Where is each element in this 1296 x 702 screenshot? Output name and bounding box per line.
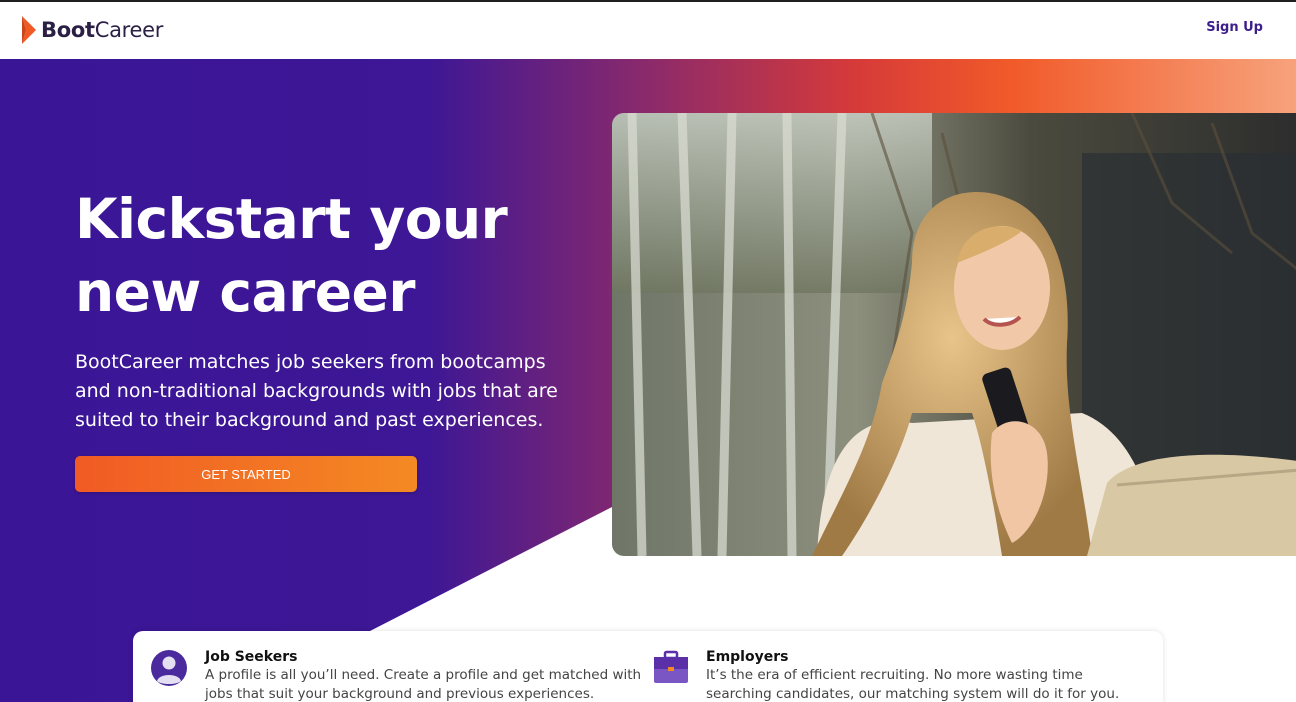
hero-section: Kickstart your new career BootCareer mat…	[0, 59, 1296, 702]
get-started-button[interactable]: GET STARTED	[75, 456, 417, 492]
job-seekers-title: Job Seekers	[205, 649, 298, 665]
headline-line-1: Kickstart your	[75, 187, 508, 251]
hero-photo	[612, 113, 1296, 556]
logo[interactable]: BootCareer	[20, 15, 163, 45]
navbar: BootCareer Sign Up	[0, 2, 1296, 59]
briefcase-icon	[654, 650, 688, 683]
employers-card[interactable]: Employers It’s the era of efficient recr…	[633, 631, 1163, 702]
logo-text: BootCareer	[41, 18, 164, 42]
job-seekers-card[interactable]: Job Seekers A profile is all you’ll need…	[133, 631, 641, 702]
signup-link[interactable]: Sign Up	[1206, 20, 1263, 35]
employers-title: Employers	[706, 649, 789, 665]
headline-line-2: new career	[75, 260, 416, 324]
user-avatar-icon	[151, 650, 187, 686]
woman-on-phone-photo	[612, 113, 1296, 556]
employers-description: It’s the era of efficient recruiting. No…	[706, 667, 1120, 702]
logo-mark-icon	[22, 16, 36, 44]
job-seekers-description: A profile is all you’ll need. Create a p…	[205, 667, 642, 702]
audience-cards: Job Seekers A profile is all you’ll need…	[133, 631, 1163, 702]
hero-subtext: BootCareer matches job seekers from boot…	[75, 351, 558, 431]
hero-headline: Kickstart your new career	[75, 183, 595, 329]
